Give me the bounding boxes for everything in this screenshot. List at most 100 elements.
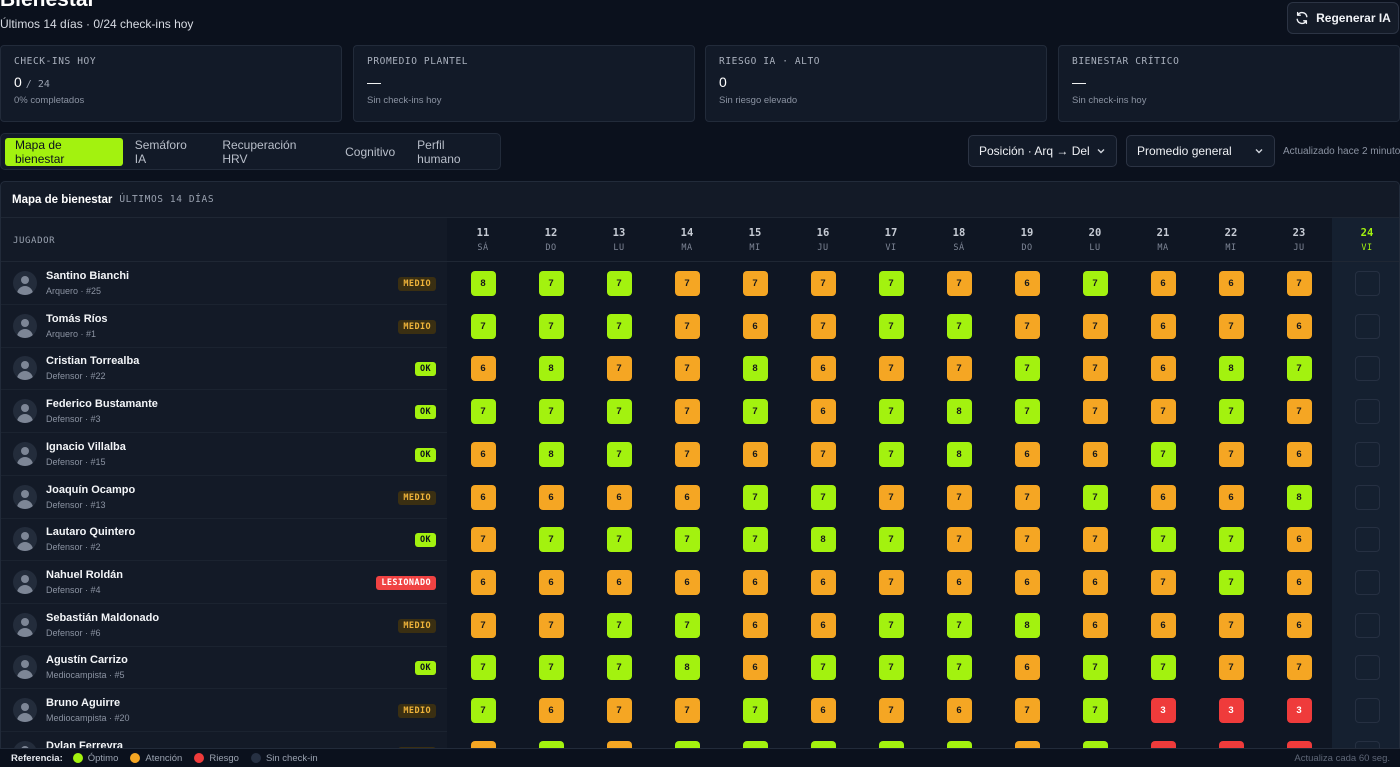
wellness-cell[interactable]: 7 xyxy=(1082,655,1108,681)
wellness-cell[interactable]: 7 xyxy=(1218,612,1244,638)
wellness-cell-empty[interactable] xyxy=(1354,441,1380,467)
wellness-cell[interactable]: 7 xyxy=(810,655,836,681)
wellness-cell[interactable]: 3 xyxy=(1150,698,1176,723)
player-row[interactable]: Federico Bustamante Defensor · #3 OK 7 7 7 7 7 6… xyxy=(1,390,1399,434)
wellness-cell[interactable]: 7 xyxy=(470,698,496,723)
wellness-cell[interactable]: 8 xyxy=(470,271,496,296)
wellness-cell[interactable]: 7 xyxy=(742,271,768,296)
wellness-cell[interactable]: 7 xyxy=(470,527,496,553)
wellness-cell[interactable]: 6 xyxy=(946,698,972,723)
tab-hrv-recovery[interactable]: Recuperación HRV xyxy=(212,138,333,166)
wellness-cell-empty[interactable] xyxy=(1354,484,1380,510)
wellness-cell[interactable]: 7 xyxy=(1218,399,1244,425)
wellness-cell[interactable]: 7 xyxy=(1286,356,1312,382)
wellness-cell[interactable]: 6 xyxy=(1286,527,1312,553)
wellness-cell[interactable]: 7 xyxy=(1082,313,1108,339)
wellness-cell[interactable]: 7 xyxy=(742,698,768,723)
wellness-cell[interactable]: 7 xyxy=(878,484,904,510)
wellness-cell[interactable]: 6 xyxy=(1150,313,1176,339)
player-name[interactable]: Lautaro Quintero xyxy=(46,526,135,538)
wellness-cell[interactable]: 6 xyxy=(1286,612,1312,638)
wellness-cell[interactable]: 6 xyxy=(1150,612,1176,638)
wellness-cell[interactable]: 6 xyxy=(1014,441,1040,467)
wellness-cell[interactable]: 7 xyxy=(878,527,904,553)
wellness-cell[interactable]: 6 xyxy=(538,698,564,723)
player-row[interactable]: Nahuel Roldán Defensor · #4 LESIONADO 6 6 6 6 6… xyxy=(1,561,1399,604)
wellness-cell[interactable]: 7 xyxy=(878,399,904,425)
wellness-cell[interactable]: 8 xyxy=(1286,484,1312,510)
wellness-cell[interactable]: 6 xyxy=(1286,313,1312,339)
wellness-cell[interactable]: 8 xyxy=(946,441,972,467)
wellness-cell[interactable]: 6 xyxy=(1150,484,1176,510)
wellness-cell[interactable]: 6 xyxy=(810,569,836,595)
wellness-cell[interactable]: 6 xyxy=(1150,271,1176,296)
wellness-cell[interactable]: 7 xyxy=(1218,527,1244,553)
wellness-cell[interactable]: 7 xyxy=(1082,527,1108,553)
wellness-cell[interactable]: 7 xyxy=(1150,569,1176,595)
wellness-cell[interactable]: 7 xyxy=(1150,527,1176,553)
wellness-cell[interactable]: 7 xyxy=(946,527,972,553)
player-row[interactable]: Joaquín Ocampo Defensor · #13 MEDIO 6 6 6 6 7 7 7… xyxy=(1,476,1399,519)
wellness-cell[interactable]: 7 xyxy=(1218,441,1244,467)
player-name[interactable]: Sebastián Maldonado xyxy=(46,612,159,624)
wellness-cell[interactable]: 8 xyxy=(946,399,972,425)
wellness-cell-empty[interactable] xyxy=(1354,399,1380,425)
wellness-cell[interactable]: 6 xyxy=(606,569,632,595)
wellness-cell[interactable]: 6 xyxy=(1218,484,1244,510)
wellness-cell-empty[interactable] xyxy=(1354,698,1380,723)
wellness-cell[interactable]: 6 xyxy=(1082,441,1108,467)
wellness-cell[interactable]: 7 xyxy=(470,655,496,681)
wellness-cell[interactable]: 7 xyxy=(1286,399,1312,425)
wellness-cell[interactable]: 7 xyxy=(1082,399,1108,425)
wellness-cell[interactable]: 7 xyxy=(1218,569,1244,595)
wellness-cell[interactable]: 7 xyxy=(1014,698,1040,723)
tab-cognitive[interactable]: Cognitivo xyxy=(335,138,405,166)
wellness-cell[interactable]: 7 xyxy=(606,399,632,425)
wellness-cell[interactable]: 6 xyxy=(470,484,496,510)
wellness-cell[interactable]: 7 xyxy=(606,313,632,339)
wellness-cell-empty[interactable] xyxy=(1354,527,1380,553)
wellness-cell[interactable]: 7 xyxy=(674,356,700,382)
wellness-cell[interactable]: 6 xyxy=(946,569,972,595)
player-name[interactable]: Federico Bustamante xyxy=(46,398,158,410)
wellness-cell[interactable]: 6 xyxy=(742,313,768,339)
wellness-cell[interactable]: 6 xyxy=(1082,569,1108,595)
wellness-cell[interactable]: 6 xyxy=(1218,271,1244,296)
wellness-cell[interactable]: 6 xyxy=(1014,569,1040,595)
wellness-cell[interactable]: 7 xyxy=(1082,356,1108,382)
wellness-cell[interactable]: 7 xyxy=(810,484,836,510)
wellness-cell[interactable]: 6 xyxy=(1286,441,1312,467)
wellness-cell[interactable]: 7 xyxy=(946,612,972,638)
wellness-cell[interactable]: 7 xyxy=(538,527,564,553)
player-row[interactable]: Lautaro Quintero Defensor · #2 OK 7 7 7 7 7 8 7 7 7… xyxy=(1,518,1399,562)
wellness-cell[interactable]: 6 xyxy=(470,569,496,595)
player-row[interactable]: Ignacio Villalba Defensor · #15 OK 6 8 7 7 6 7 7 8… xyxy=(1,433,1399,476)
wellness-cell[interactable]: 8 xyxy=(1218,356,1244,382)
wellness-cell[interactable]: 6 xyxy=(538,484,564,510)
wellness-cell[interactable]: 7 xyxy=(1014,313,1040,339)
wellness-cell[interactable]: 8 xyxy=(674,655,700,681)
wellness-cell-empty[interactable] xyxy=(1354,356,1380,382)
wellness-cell-empty[interactable] xyxy=(1354,655,1380,681)
wellness-cell[interactable]: 6 xyxy=(1014,655,1040,681)
wellness-cell[interactable]: 7 xyxy=(1150,655,1176,681)
wellness-cell[interactable]: 6 xyxy=(674,484,700,510)
wellness-cell[interactable]: 7 xyxy=(470,399,496,425)
wellness-cell[interactable]: 7 xyxy=(1082,484,1108,510)
wellness-cell[interactable]: 7 xyxy=(1150,399,1176,425)
sort-select[interactable]: Posición · Arq → Del xyxy=(968,135,1117,167)
wellness-cell[interactable]: 7 xyxy=(674,612,700,638)
player-row[interactable]: Bruno Aguirre Mediocampista · #20 MEDIO 7 6 7… xyxy=(1,689,1399,732)
wellness-cell[interactable]: 7 xyxy=(946,271,972,296)
regenerate-ai-button[interactable]: Regenerar IA xyxy=(1287,2,1399,34)
player-row[interactable]: Sebastián Maldonado Defensor · #6 MEDIO 7 7 7… xyxy=(1,604,1399,647)
wellness-cell[interactable]: 8 xyxy=(538,441,564,467)
wellness-cell[interactable]: 7 xyxy=(878,569,904,595)
wellness-cell[interactable]: 7 xyxy=(606,612,632,638)
wellness-cell[interactable]: 6 xyxy=(810,356,836,382)
wellness-cell[interactable]: 7 xyxy=(538,612,564,638)
wellness-cell[interactable]: 6 xyxy=(742,655,768,681)
wellness-cell[interactable]: 6 xyxy=(1150,356,1176,382)
wellness-cell[interactable]: 7 xyxy=(878,612,904,638)
wellness-cell[interactable]: 7 xyxy=(674,698,700,723)
